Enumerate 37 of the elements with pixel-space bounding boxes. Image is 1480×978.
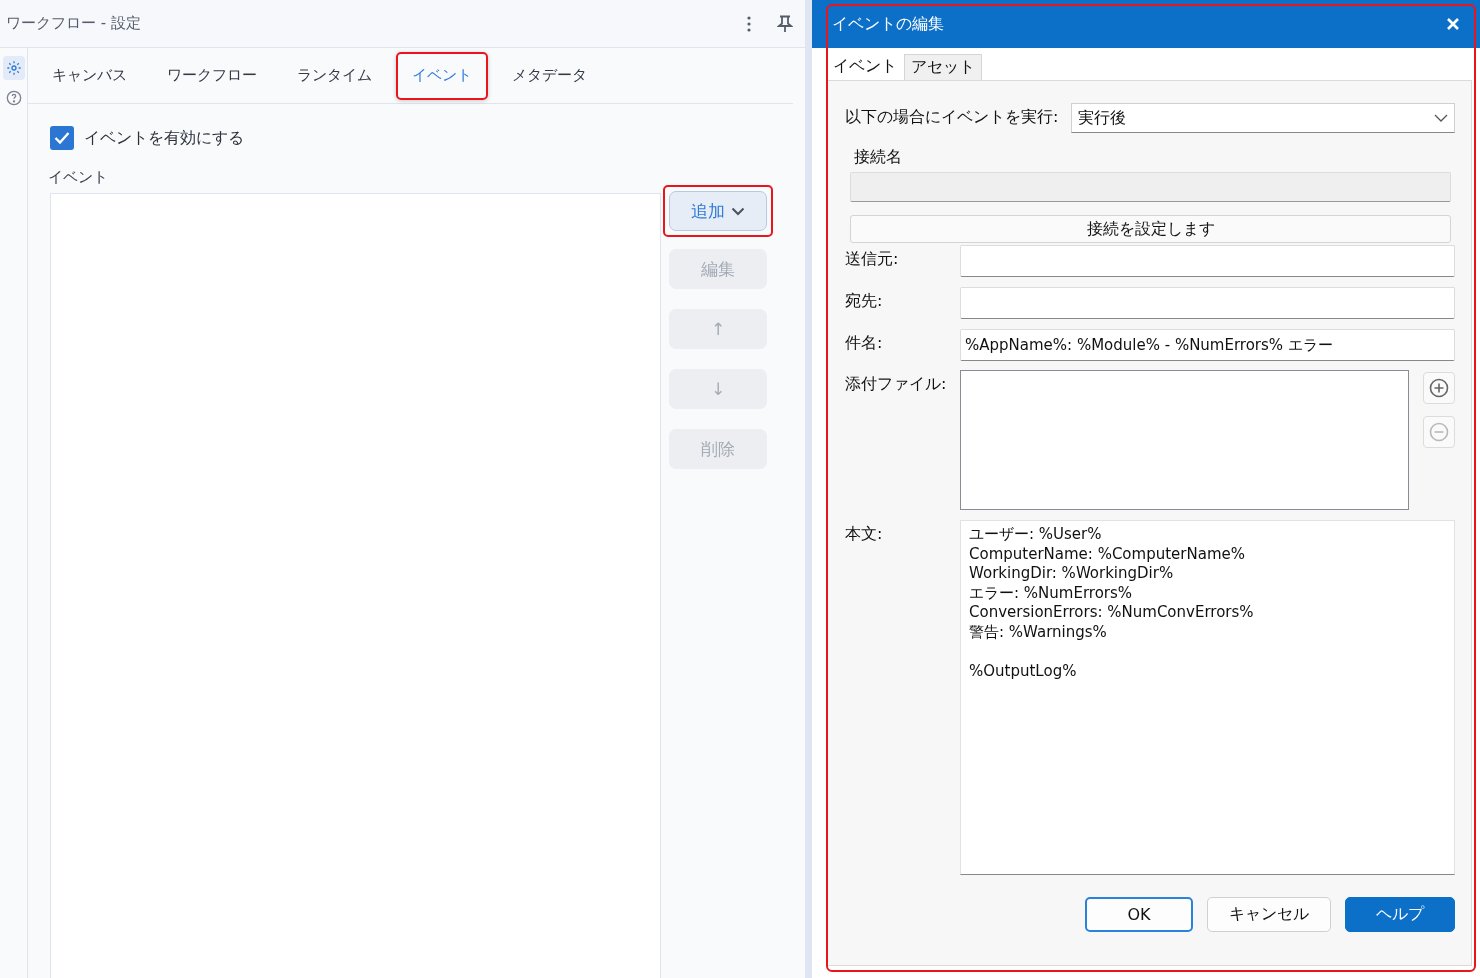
add-button[interactable]: [1423, 372, 1455, 404]
settings-icon: [5, 60, 22, 76]
trigger-label: 以下の場合にイベントを実行:: [845, 106, 1060, 128]
connection-label: 接続名: [854, 147, 903, 168]
tab[interactable]: メタデータ: [496, 51, 603, 100]
input-field[interactable]: [960, 287, 1455, 319]
close-icon: [1446, 17, 1460, 31]
dialog-button[interactable]: キャンセル: [1207, 897, 1331, 932]
connection-field[interactable]: [850, 172, 1451, 202]
chevron-down-icon: [1434, 114, 1448, 122]
input-field[interactable]: [960, 245, 1455, 277]
field-label: 添付ファイル:: [845, 373, 948, 395]
tab[interactable]: キャンバス: [36, 51, 143, 100]
tab[interactable]: アセット: [904, 54, 982, 80]
dialog-button[interactable]: ヘルプ: [1345, 897, 1455, 932]
checkmark-icon: [54, 131, 70, 145]
add-button[interactable]: 追加: [669, 191, 767, 231]
trigger-dropdown[interactable]: 実行後: [1071, 103, 1455, 133]
panel-title: ワークフロー - 設定: [6, 14, 142, 33]
events-label: イベント: [48, 168, 109, 187]
connection-button[interactable]: 接続を設定します: [850, 215, 1451, 243]
tab[interactable]: ワークフロー: [151, 51, 273, 100]
field-label: 本文:: [845, 523, 884, 545]
input-field[interactable]: %AppName%: %Module% - %NumErrors% エラー: [960, 329, 1455, 361]
checkbox[interactable]: [50, 126, 74, 150]
tab[interactable]: イベント: [396, 51, 488, 100]
body-text-area[interactable]: ユーザー: %User% ComputerName: %ComputerName% WorkingDir: %WorkingDir% エラー: %NumErrors% ConversionErrors: %NumConvErrors% 警告: %Warnings% %OutputLog%: [960, 520, 1455, 875]
field-label: 宛先:: [845, 290, 884, 312]
help-icon: [5, 90, 22, 106]
dialog-title: イベントの編集: [832, 13, 945, 35]
dialog-button[interactable]: OK: [1085, 897, 1193, 932]
checkbox-label: イベントを有効にする: [84, 127, 244, 149]
settings-button[interactable]: [2, 56, 25, 80]
tab[interactable]: ランタイム: [281, 51, 388, 100]
chevron-down-icon: [731, 206, 745, 216]
field-label: 件名:: [845, 332, 884, 354]
field-label: 送信元:: [845, 248, 900, 270]
